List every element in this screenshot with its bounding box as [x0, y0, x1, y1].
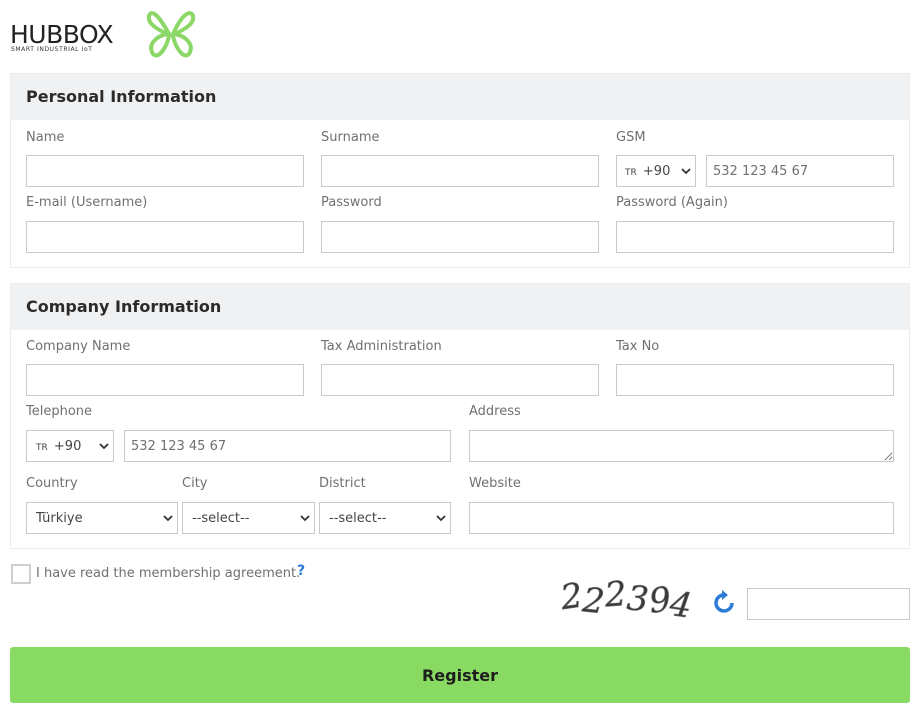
- gsm-flag: TR: [625, 167, 637, 178]
- company-name-label: Company Name: [26, 339, 131, 354]
- agreement-checkbox[interactable]: [11, 564, 31, 584]
- agreement-text[interactable]: I have read the membership agreement.: [36, 566, 300, 581]
- district-label: District: [319, 476, 366, 491]
- tax-no-input[interactable]: [616, 364, 894, 396]
- website-label: Website: [469, 476, 521, 491]
- captcha-digit: 2: [580, 580, 607, 622]
- telephone-code: +90: [53, 438, 82, 454]
- gsm-country-code-select[interactable]: TR +90: [616, 155, 696, 187]
- surname-input[interactable]: [321, 155, 599, 187]
- logo-tagline: SMART INDUSTRIAL IoT: [11, 46, 93, 53]
- password-input[interactable]: [321, 221, 599, 253]
- company-info-title: Company Information: [11, 284, 909, 330]
- country-select[interactable]: Türkiye: [26, 502, 178, 534]
- butterfly-logo-icon: [146, 11, 196, 58]
- chevron-down-icon: [677, 167, 695, 175]
- tax-administration-input[interactable]: [321, 364, 599, 396]
- chevron-down-icon: [432, 514, 450, 522]
- city-label: City: [182, 476, 208, 491]
- city-value: --select--: [192, 510, 250, 526]
- address-label: Address: [469, 404, 521, 419]
- district-select[interactable]: --select--: [319, 502, 451, 534]
- personal-info-title: Personal Information: [11, 74, 909, 120]
- name-label: Name: [26, 130, 65, 145]
- telephone-input[interactable]: [124, 430, 451, 462]
- tax-no-label: Tax No: [616, 339, 660, 354]
- personal-info-card: Personal Information Name Surname GSM TR…: [10, 73, 910, 268]
- company-name-input[interactable]: [26, 364, 304, 396]
- telephone-label: Telephone: [26, 404, 93, 419]
- refresh-icon[interactable]: [713, 588, 737, 614]
- name-input[interactable]: [26, 155, 304, 187]
- telephone-country-code-select[interactable]: TR +90: [26, 430, 114, 462]
- email-input[interactable]: [26, 221, 304, 253]
- hubbox-logo: HUBBOX SMART INDUSTRIAL IoT: [10, 8, 200, 60]
- surname-label: Surname: [321, 130, 380, 145]
- gsm-input[interactable]: [706, 155, 894, 187]
- website-input[interactable]: [469, 502, 894, 534]
- tax-administration-label: Tax Administration: [321, 339, 442, 354]
- district-value: --select--: [329, 510, 387, 526]
- register-button[interactable]: Register: [10, 647, 910, 703]
- telephone-flag: TR: [36, 442, 48, 453]
- chevron-down-icon: [159, 514, 177, 522]
- password-label: Password: [321, 195, 382, 210]
- captcha-digit: 2: [602, 574, 627, 615]
- captcha-digit: 3: [625, 578, 650, 620]
- captcha-digit: 4: [666, 584, 694, 626]
- country-value: Türkiye: [36, 510, 83, 526]
- city-select[interactable]: --select--: [182, 502, 315, 534]
- logo-wordmark: HUBBOX: [10, 20, 114, 49]
- email-label: E-mail (Username): [26, 195, 148, 210]
- company-info-card: Company Information Company Name Tax Adm…: [10, 283, 910, 549]
- address-textarea[interactable]: [469, 430, 894, 462]
- gsm-label: GSM: [616, 130, 646, 145]
- captcha-image: 2 2 2 3 9 4: [561, 574, 695, 626]
- gsm-code: +90: [642, 163, 671, 179]
- password-again-input[interactable]: [616, 221, 894, 253]
- country-label: Country: [26, 476, 78, 491]
- chevron-down-icon: [95, 442, 113, 450]
- help-icon[interactable]: ?: [297, 563, 305, 579]
- captcha-input[interactable]: [747, 588, 910, 620]
- password-again-label: Password (Again): [616, 195, 728, 210]
- chevron-down-icon: [296, 514, 314, 522]
